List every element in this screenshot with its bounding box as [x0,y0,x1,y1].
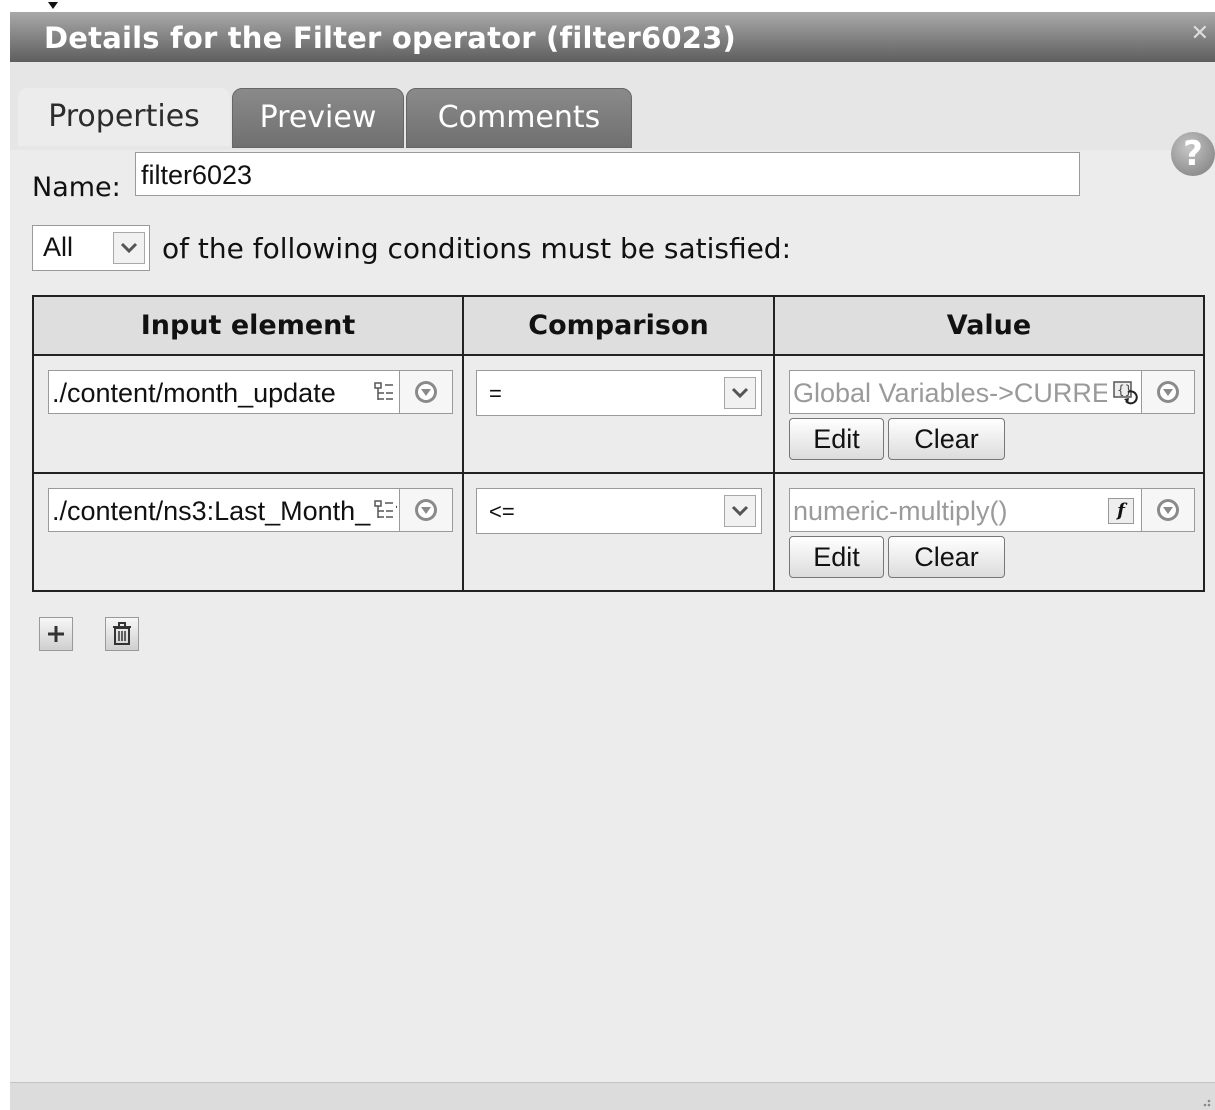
clear-button[interactable]: Clear [888,536,1005,578]
comparison-cell: = [462,354,775,474]
conditions-text: of the following conditions must be sati… [162,232,792,265]
chevron-down-icon[interactable] [724,495,756,527]
dropdown-circle-icon[interactable] [1141,489,1194,531]
comparison-select[interactable]: = [476,370,762,416]
input-cell: ./content/month_update [32,354,464,474]
comparison-cell: <= [462,472,775,592]
dropdown-circle-icon[interactable] [1141,371,1194,413]
comparison-select[interactable]: <= [476,488,762,534]
value-field[interactable]: Global Variables->CURRENT_DATE {} [789,370,1195,414]
input-cell: ./content/ns3:Last_Month_Price [32,472,464,592]
edit-button[interactable]: Edit [789,418,884,460]
tab-preview[interactable]: Preview [232,88,404,148]
input-element-value: ./content/month_update [52,378,336,408]
table-header-row: Input element Comparison Value [32,295,1205,356]
close-icon[interactable]: ✕ [1191,22,1209,46]
column-header-input: Input element [32,295,464,356]
tree-icon[interactable] [372,380,396,404]
filter-details-dialog: Details for the Filter operator (filter6… [10,12,1215,1110]
variable-icon[interactable]: {} [1112,379,1138,405]
tab-comments[interactable]: Comments [406,88,632,148]
match-mode-select[interactable]: All [32,225,150,271]
dropdown-circle-icon[interactable] [399,371,452,413]
tab-properties[interactable]: Properties [18,88,230,146]
value-text: numeric-multiply() [793,496,1008,526]
table-row: ./content/ns3:Last_Month_Price <= numeri… [32,472,1205,592]
dialog-titlebar[interactable]: Details for the Filter operator (filter6… [10,12,1215,62]
caret-down-icon [48,2,58,9]
column-header-comparison: Comparison [462,295,775,356]
clear-button[interactable]: Clear [888,418,1005,460]
add-row-icon[interactable] [39,617,73,651]
value-cell: numeric-multiply() f Edit Clear [773,472,1205,592]
comparison-value: = [489,381,502,406]
function-icon[interactable]: f [1108,498,1134,524]
dropdown-circle-icon[interactable] [399,489,452,531]
tree-icon[interactable] [372,498,396,522]
match-mode-value: All [43,232,74,262]
name-input[interactable]: filter6023 [135,152,1080,196]
input-element-field[interactable]: ./content/month_update [48,370,453,414]
conditions-table: Input element Comparison Value ./content… [32,295,1205,592]
chevron-down-icon[interactable] [724,377,756,409]
status-bar [10,1082,1215,1110]
input-element-field[interactable]: ./content/ns3:Last_Month_Price [48,488,453,532]
svg-text:{}: {} [1117,383,1132,397]
value-text: Global Variables->CURRENT_DATE [793,378,1107,408]
value-cell: Global Variables->CURRENT_DATE {} Edit C… [773,354,1205,474]
trash-icon[interactable] [105,617,139,651]
dialog-title: Details for the Filter operator (filter6… [44,21,736,55]
name-label: Name: [32,172,121,203]
value-field[interactable]: numeric-multiply() f [789,488,1195,532]
edit-button[interactable]: Edit [789,536,884,578]
help-icon[interactable]: ? [1171,132,1215,176]
resize-grip-icon[interactable] [1201,1097,1211,1107]
tab-bar: Properties Preview Comments ? [10,62,1215,176]
chevron-down-icon[interactable] [113,232,145,264]
table-row: ./content/month_update = Global Variable… [32,354,1205,474]
column-header-value: Value [773,295,1205,356]
comparison-value: <= [489,499,515,524]
